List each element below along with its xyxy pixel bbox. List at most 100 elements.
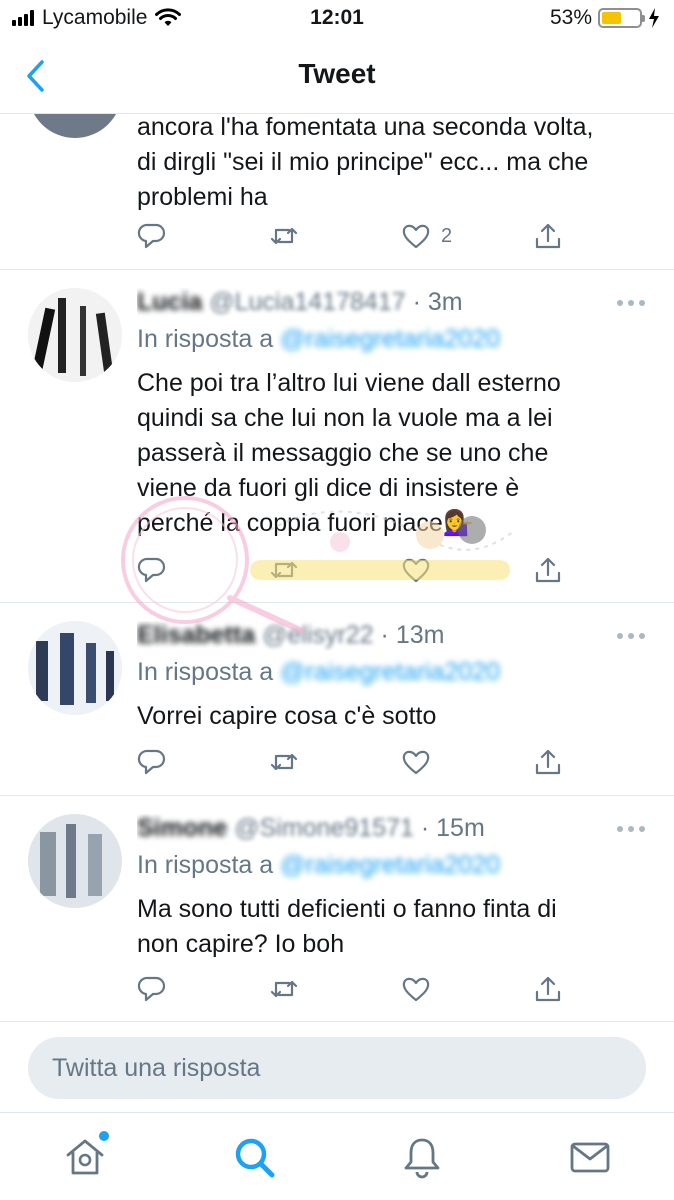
reply-icon [137, 223, 166, 249]
reply-button[interactable] [137, 745, 167, 779]
share-icon [535, 749, 561, 775]
share-button[interactable] [533, 745, 563, 779]
charging-icon [649, 8, 659, 28]
tweet-text: Che poi tra l’altro lui viene dall ester… [137, 366, 637, 541]
reply-context: In risposta a @raisegretaria2020 [137, 658, 500, 687]
share-button[interactable] [533, 553, 563, 587]
retweet-icon [270, 980, 298, 998]
tweet[interactable]: Simone @Simone91571 · 15m In risposta a … [0, 796, 674, 1022]
reply-mention[interactable]: @raisegretaria2020 [280, 325, 500, 353]
share-button[interactable] [533, 219, 563, 253]
reply-button[interactable] [137, 972, 167, 1006]
tweet-actions [137, 745, 577, 779]
avatar-image [28, 288, 122, 382]
bell-icon [404, 1138, 440, 1179]
tweet-text-line: Che poi tra l’altro lui viene dall ester… [137, 369, 561, 397]
status-right: 53% [550, 6, 660, 30]
tab-notifications[interactable] [400, 1135, 444, 1179]
share-icon [535, 223, 561, 249]
tweet-time: · 3m [412, 288, 463, 316]
reply-icon [137, 749, 166, 775]
author-name[interactable]: Elisabetta [137, 621, 255, 649]
battery-fill [602, 12, 622, 24]
avatar-image [28, 621, 122, 715]
share-button[interactable] [533, 972, 563, 1006]
share-icon [535, 557, 561, 583]
tweet-text-line: Vorrei capire cosa c'è sotto [137, 702, 437, 730]
reply-button[interactable] [137, 553, 167, 587]
tweet-time: · 13m [380, 621, 445, 649]
tweet-text-line: ancora l'ha fomentata una seconda volta, [137, 114, 594, 141]
like-button[interactable]: 2 [401, 219, 452, 253]
author-handle: @elisyr22 [262, 621, 374, 649]
like-button[interactable] [401, 553, 431, 587]
reply-mention[interactable]: @raisegretaria2020 [280, 851, 500, 879]
status-bar: Lycamobile 12:01 53% [0, 0, 674, 38]
retweet-icon [270, 561, 298, 579]
notification-dot [99, 1131, 109, 1141]
avatar-image [28, 814, 122, 908]
tweet-text-line: quindi sa che lui non la vuole ma a lei [137, 404, 553, 432]
tweet-text-line: non capire? Io boh [137, 930, 345, 958]
battery-percent: 53% [549, 6, 592, 29]
navigation-bar: Tweet [0, 38, 674, 114]
tweet-text-line: di dirgli "sei il mio principe" ecc... m… [137, 148, 589, 176]
reply-context: In risposta a @raisegretaria2020 [137, 325, 500, 354]
more-options-icon[interactable] [616, 631, 646, 641]
tweet[interactable]: Elisabetta @elisyr22 · 13m In risposta a… [0, 603, 674, 796]
like-button[interactable] [401, 745, 431, 779]
tweet-text-line: viene da fuori gli dice di insistere è [137, 474, 520, 502]
tab-search[interactable] [232, 1135, 276, 1179]
tweet[interactable]: ancora l'ha fomentata una seconda volta,… [0, 114, 674, 270]
author-handle: @Simone91571 [234, 814, 414, 842]
retweet-button[interactable] [269, 219, 299, 253]
retweet-button[interactable] [269, 553, 299, 587]
tweet-text: Vorrei capire cosa c'è sotto [137, 699, 637, 734]
more-options-icon[interactable] [616, 298, 646, 308]
reply-prefix: In risposta a [137, 325, 274, 353]
author-name[interactable]: Lucia [137, 288, 202, 316]
author-name[interactable]: Simone [137, 814, 227, 842]
avatar[interactable] [28, 114, 122, 138]
reply-button[interactable] [137, 219, 167, 253]
like-button[interactable] [401, 972, 431, 1006]
author-handle: @Lucia14178417 [209, 288, 406, 316]
search-icon [235, 1138, 275, 1178]
retweet-icon [270, 227, 298, 245]
heart-icon [402, 750, 430, 775]
retweet-button[interactable] [269, 972, 299, 1006]
reply-prefix: In risposta a [137, 851, 274, 879]
like-count: 2 [441, 224, 453, 247]
tweet-time: · 15m [420, 814, 485, 842]
more-options-icon[interactable] [616, 824, 646, 834]
avatar[interactable] [28, 621, 122, 715]
tweet-text-line: Ma sono tutti deficienti o fanno finta d… [137, 895, 557, 923]
avatar[interactable] [28, 814, 122, 908]
tweet-header: Lucia @Lucia14178417 · 3m [137, 288, 654, 318]
share-icon [535, 976, 561, 1002]
tab-messages[interactable] [568, 1135, 612, 1179]
tweet-text-line: problemi ha [137, 183, 268, 211]
retweet-icon [270, 753, 298, 771]
heart-icon [402, 224, 430, 249]
tweet[interactable]: Lucia @Lucia14178417 · 3m In risposta a … [0, 270, 674, 603]
reply-mention[interactable]: @raisegretaria2020 [280, 658, 500, 686]
tweet-text-line: perché la coppia fuori piace💁‍♀️ [137, 509, 474, 537]
heart-icon [402, 977, 430, 1002]
reply-placeholder: Twitta una risposta [52, 1053, 261, 1082]
battery-icon [598, 8, 645, 28]
tweet-actions [137, 972, 577, 1006]
retweet-button[interactable] [269, 745, 299, 779]
tweet-text-line: passerà il messaggio che se uno che [137, 439, 549, 467]
avatar[interactable] [28, 288, 122, 382]
reply-icon [137, 976, 166, 1002]
heart-icon [402, 558, 430, 583]
reply-input[interactable]: Twitta una risposta [28, 1037, 646, 1099]
page-title: Tweet [298, 58, 376, 89]
reply-feed[interactable]: ancora l'ha fomentata una seconda volta,… [0, 114, 674, 1022]
tweet-actions: 2 [137, 219, 577, 253]
tweet-actions [137, 553, 577, 587]
tab-home[interactable] [63, 1131, 109, 1179]
tweet-header: Simone @Simone91571 · 15m [137, 814, 654, 844]
home-icon [66, 1139, 104, 1175]
